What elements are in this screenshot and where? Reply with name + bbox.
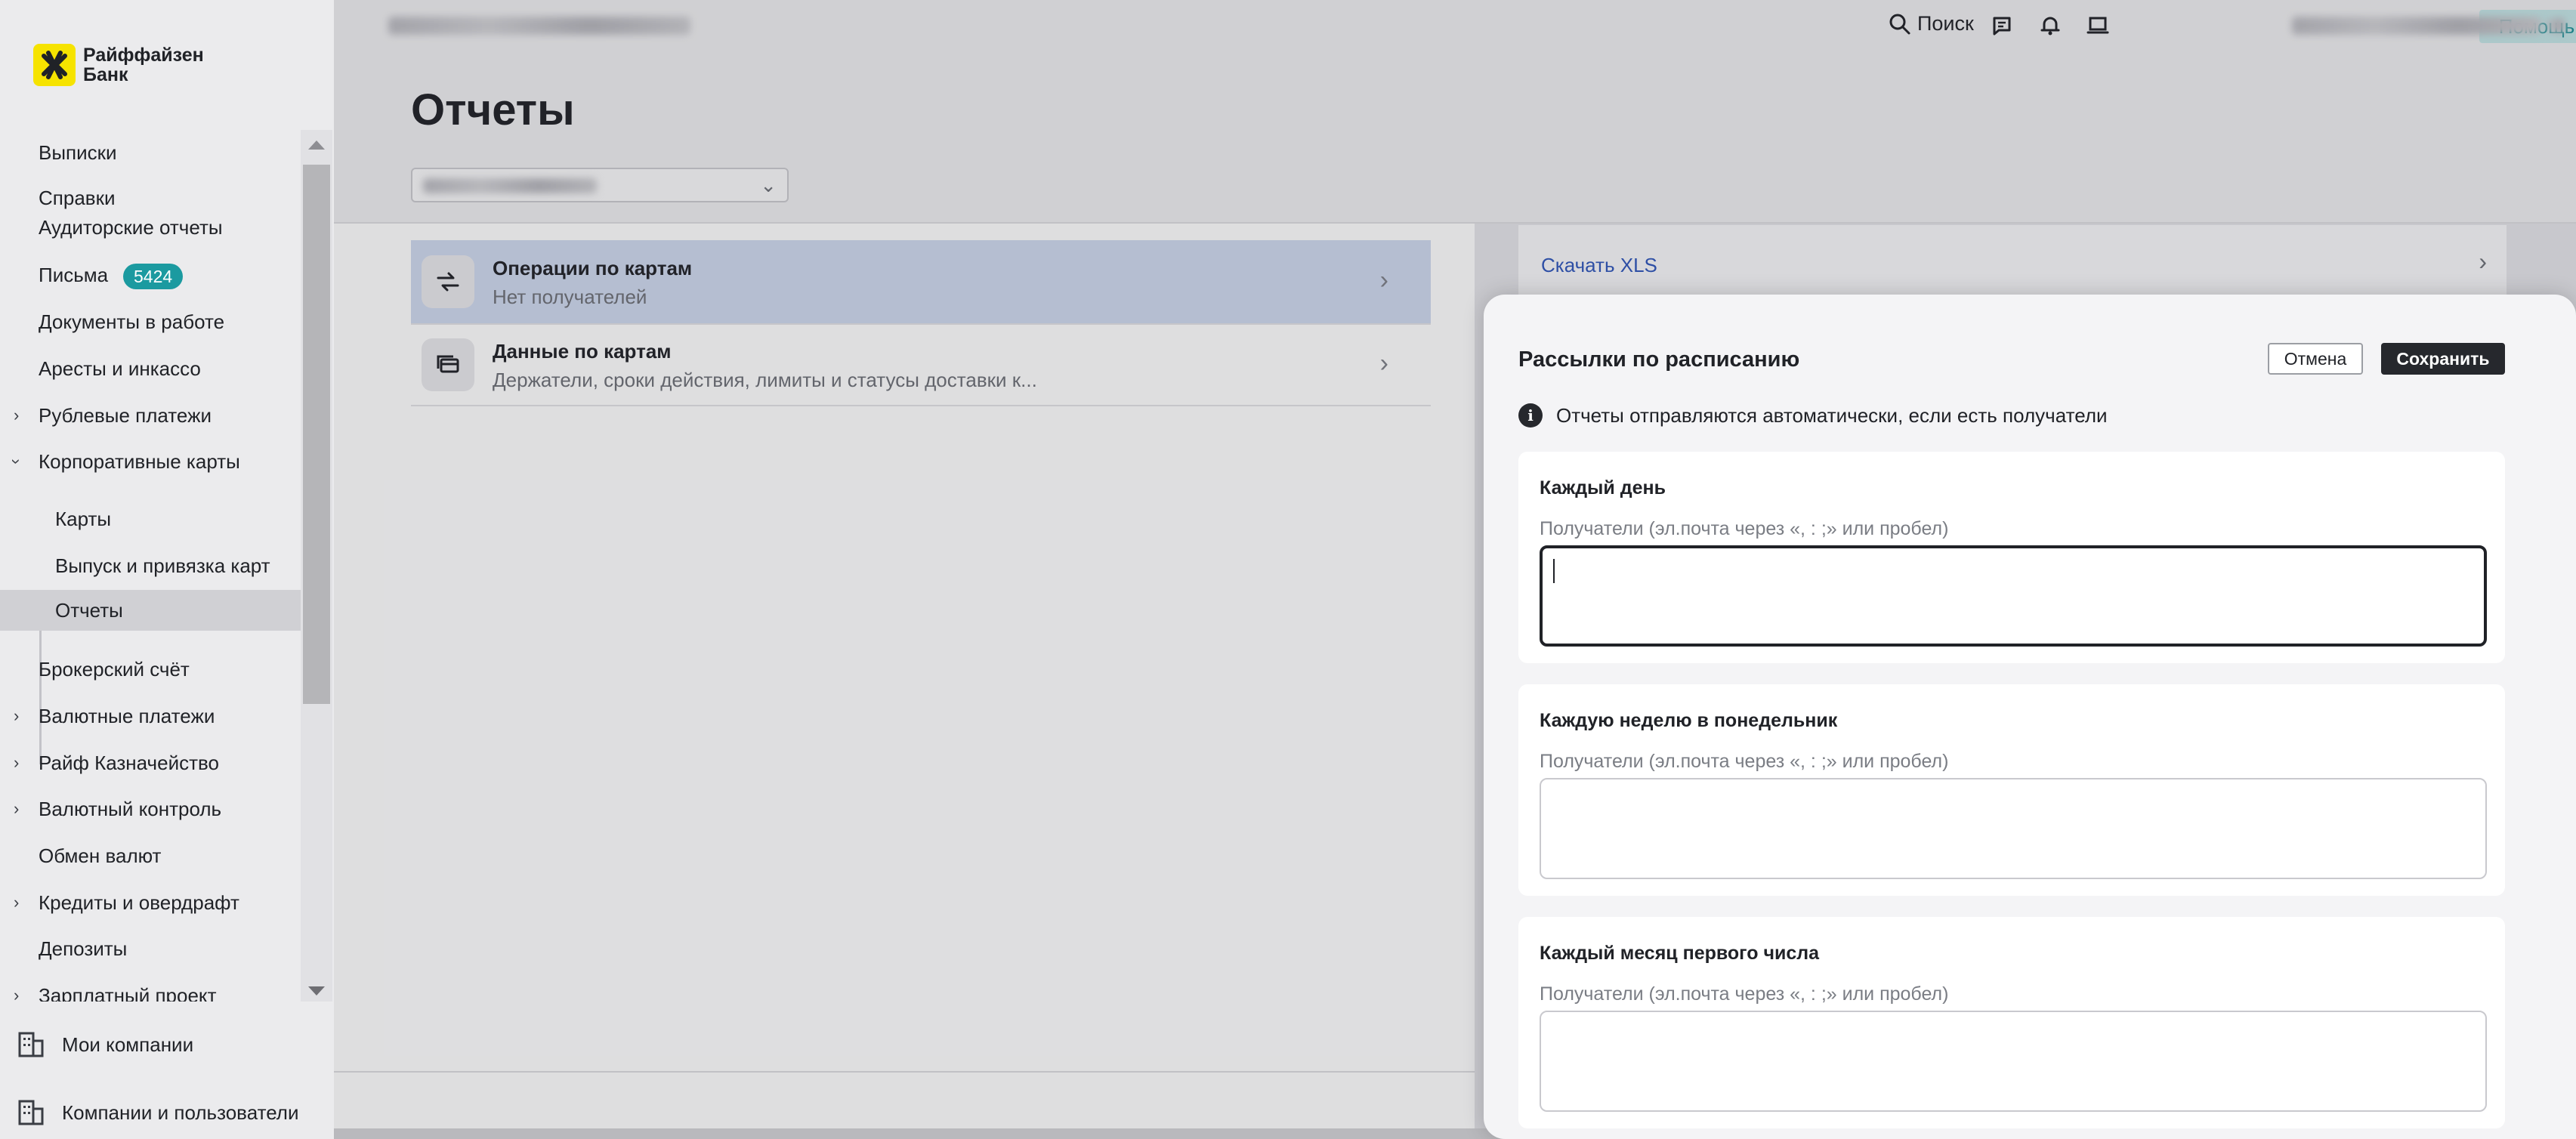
schedule-drawer: Рассылки по расписанию Отмена Сохранить …: [1484, 295, 2576, 1139]
chevron-right-icon: ›: [14, 893, 20, 912]
my-companies-link[interactable]: Мои компании: [17, 1030, 193, 1059]
sidebar-item-statements[interactable]: Выписки: [0, 132, 301, 173]
sidebar-item-brokerage[interactable]: Брокерский счёт: [0, 649, 301, 690]
building-icon: [18, 1032, 44, 1057]
bank-logo[interactable]: Райффайзен Банк: [33, 44, 204, 86]
sidebar-item-arrests[interactable]: Аресты и инкассо: [0, 348, 301, 389]
chevron-right-icon: ›: [14, 753, 20, 772]
sidebar-scroll-thumb[interactable]: [303, 165, 330, 704]
sidebar: Райффайзен Банк Выписки Справки Аудиторс…: [0, 0, 334, 1139]
info-icon: i: [1518, 403, 1543, 428]
companies-users-link[interactable]: Компании и пользователи: [17, 1098, 299, 1127]
cancel-button[interactable]: Отмена: [2268, 343, 2363, 375]
drawer-title: Рассылки по расписанию: [1518, 347, 1800, 372]
chevron-down-icon: ›: [7, 458, 26, 465]
sidebar-item-reports[interactable]: Отчеты: [0, 590, 301, 631]
bank-name: Райффайзен Банк: [83, 45, 204, 85]
sidebar-item-salary-project[interactable]: › Зарплатный проект: [0, 975, 301, 1002]
sidebar-item-deposits[interactable]: Депозиты: [0, 928, 301, 969]
monthly-recipients-input[interactable]: [1540, 1011, 2487, 1112]
scroll-up-arrow-icon[interactable]: [308, 140, 325, 150]
letters-count-badge: 5424: [123, 264, 184, 289]
raiffeisen-logo-icon: [33, 44, 76, 86]
weekly-recipients-input[interactable]: [1540, 778, 2487, 879]
scroll-down-arrow-icon[interactable]: [308, 986, 325, 995]
text-caret: [1553, 559, 1555, 583]
sidebar-item-documents-in-work[interactable]: Документы в работе: [0, 301, 301, 342]
info-message: i Отчеты отправляются автоматически, есл…: [1518, 403, 2108, 428]
schedule-card-daily: Каждый день Получатели (эл.почта через «…: [1518, 452, 2505, 663]
schedule-card-weekly: Каждую неделю в понедельник Получатели (…: [1518, 684, 2505, 896]
sidebar-item-letters[interactable]: Письма 5424: [0, 255, 301, 295]
chevron-right-icon: ›: [14, 799, 20, 818]
sidebar-item-currency-exchange[interactable]: Обмен валют: [0, 835, 301, 876]
sidebar-item-currency-control[interactable]: › Валютный контроль: [0, 789, 301, 829]
sidebar-item-cards[interactable]: Карты: [0, 499, 301, 539]
chevron-right-icon: ›: [14, 406, 20, 424]
save-button[interactable]: Сохранить: [2381, 343, 2505, 375]
sidebar-nav: Выписки Справки Аудиторские отчеты Письм…: [0, 130, 301, 1002]
sidebar-item-audit-reports[interactable]: Аудиторские отчеты: [0, 207, 301, 248]
chevron-right-icon: ›: [14, 986, 20, 1002]
sidebar-item-treasury[interactable]: › Райф Казначейство: [0, 742, 301, 783]
sidebar-item-currency-payments[interactable]: › Валютные платежи: [0, 696, 301, 736]
sidebar-item-ruble-payments[interactable]: › Рублевые платежи: [0, 395, 301, 436]
sidebar-item-corporate-cards[interactable]: › Корпоративные карты: [0, 441, 301, 482]
schedule-card-monthly: Каждый месяц первого числа Получатели (э…: [1518, 917, 2505, 1128]
sidebar-item-credits[interactable]: › Кредиты и овердрафт: [0, 882, 301, 923]
chevron-right-icon: ›: [14, 706, 20, 725]
daily-recipients-input[interactable]: [1540, 545, 2487, 647]
sidebar-item-card-issue[interactable]: Выпуск и привязка карт: [0, 545, 301, 586]
building-icon: [18, 1100, 44, 1125]
